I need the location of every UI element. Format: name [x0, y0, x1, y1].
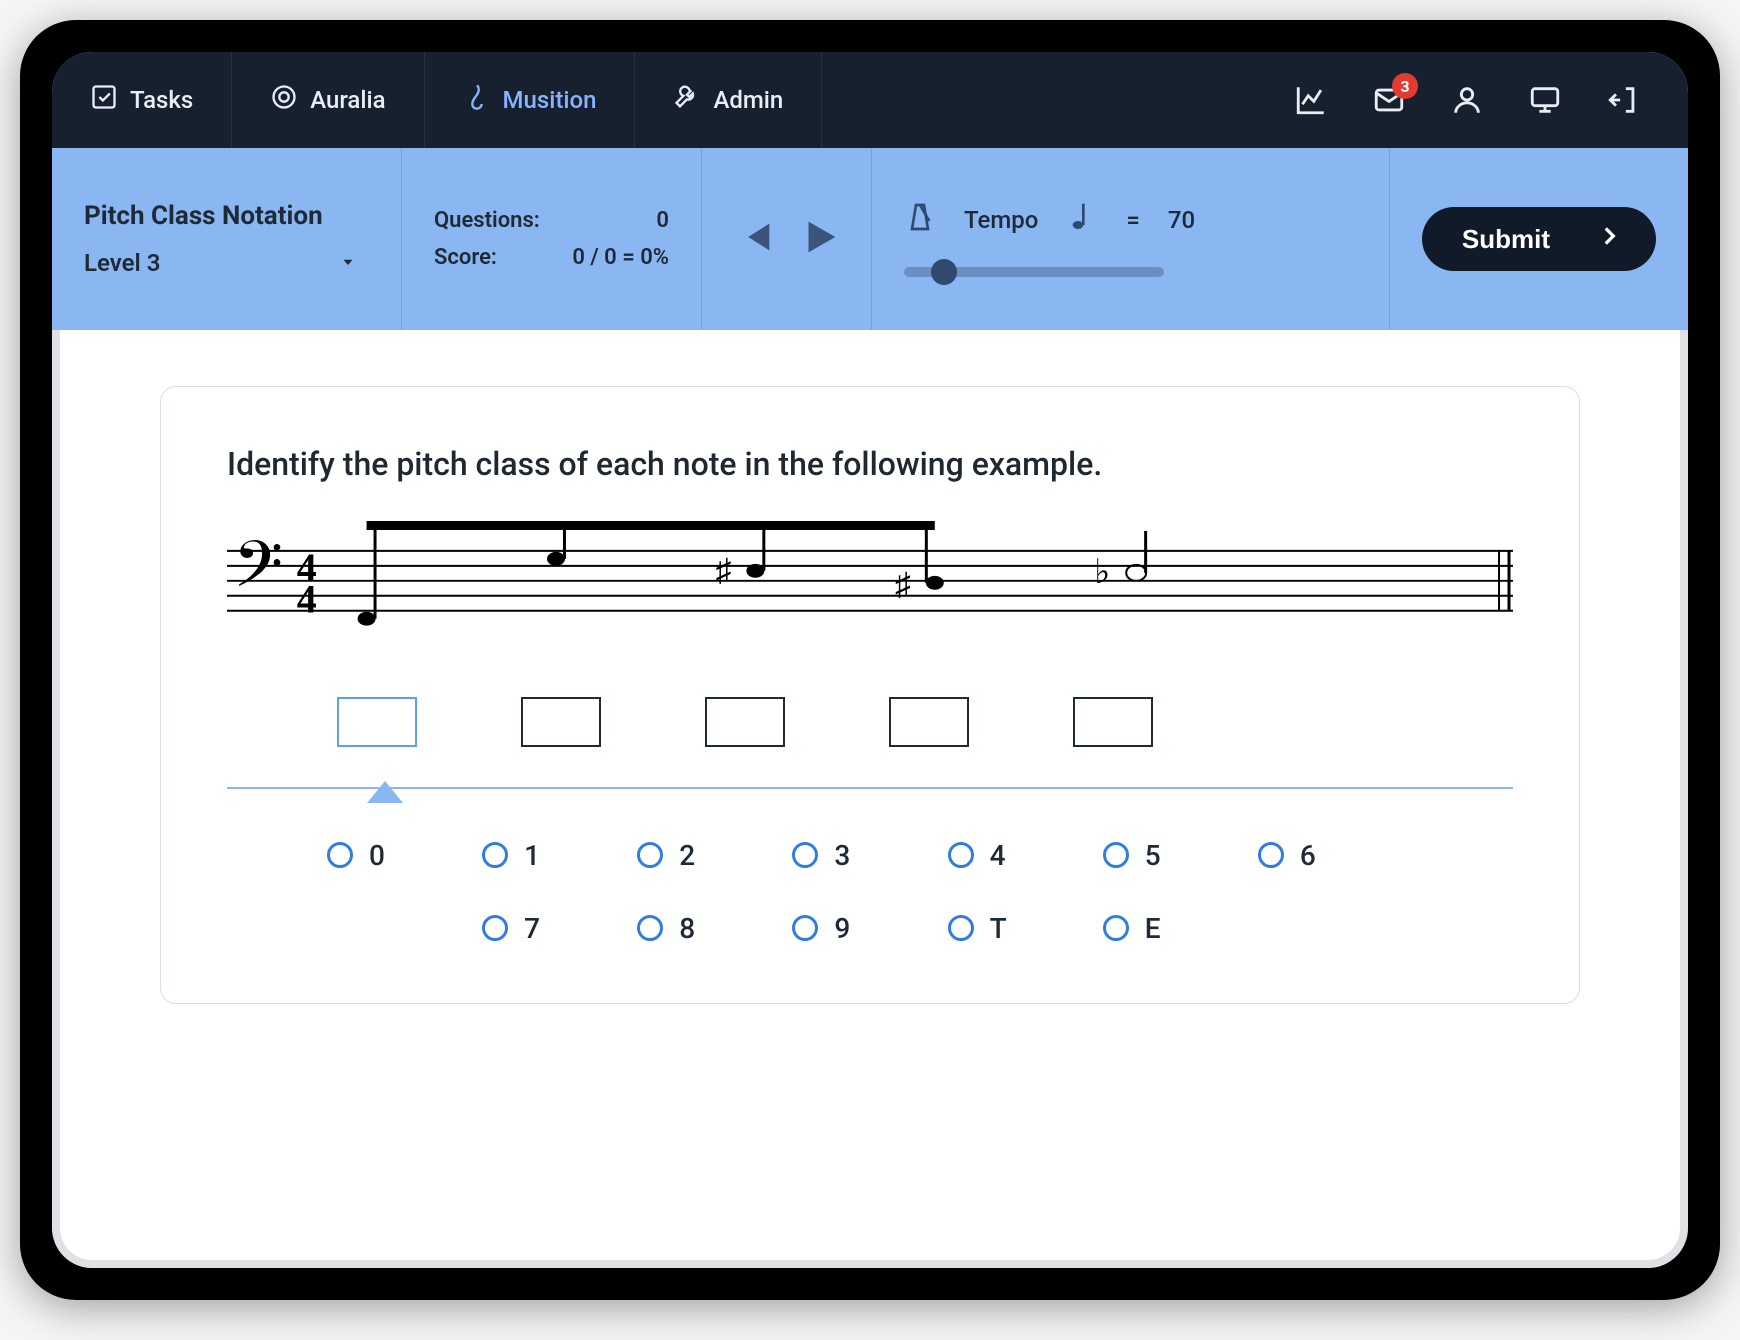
chevron-down-icon — [339, 249, 357, 277]
choice-label: 1 — [524, 839, 540, 872]
nav-tab-label: Auralia — [310, 86, 385, 114]
choice-label: E — [1145, 912, 1161, 945]
score-value: 0 / 0 = 0% — [572, 245, 669, 270]
answer-pointer-divider — [227, 787, 1513, 789]
score-label: Score: — [434, 245, 497, 270]
choice-label: 5 — [1145, 839, 1161, 872]
tempo-label: Tempo — [964, 206, 1038, 234]
radio-icon — [1258, 842, 1284, 868]
svg-text:♯: ♯ — [895, 567, 911, 602]
choice-1[interactable]: 1 — [482, 839, 637, 872]
treble-clef-icon — [463, 83, 491, 117]
radio-icon — [792, 842, 818, 868]
radio-icon — [948, 915, 974, 941]
nav-tab-tasks[interactable]: Tasks — [52, 52, 232, 148]
choice-label: 7 — [524, 912, 540, 945]
choice-label: 4 — [990, 839, 1006, 872]
radio-icon — [637, 915, 663, 941]
answer-slot-4[interactable] — [889, 697, 969, 747]
exercise-title: Pitch Class Notation — [84, 201, 369, 232]
wrench-icon — [673, 83, 701, 117]
nav-tab-admin[interactable]: Admin — [635, 52, 822, 148]
questions-value: 0 — [656, 208, 669, 233]
choice-9[interactable]: 9 — [792, 912, 947, 945]
staff-note-2 — [547, 529, 566, 566]
spiral-icon — [270, 83, 298, 117]
tempo-slider-thumb[interactable] — [931, 259, 957, 285]
skip-back-icon[interactable] — [731, 214, 777, 264]
choice-3[interactable]: 3 — [792, 839, 947, 872]
nav-tab-label: Admin — [713, 86, 783, 114]
choice-0[interactable]: 0 — [327, 839, 482, 872]
triangle-up-icon — [367, 781, 403, 803]
tempo-equals: = — [1126, 206, 1140, 234]
choice-label: 2 — [679, 839, 695, 872]
radio-icon — [482, 915, 508, 941]
radio-icon — [482, 842, 508, 868]
tempo-value: 70 — [1168, 206, 1195, 234]
choice-7[interactable]: 7 — [482, 912, 637, 945]
choice-label: 8 — [679, 912, 695, 945]
choice-label: 6 — [1300, 839, 1316, 872]
submit-button[interactable]: Submit — [1422, 207, 1656, 271]
user-icon[interactable] — [1450, 83, 1484, 117]
staff-note-5: ♭ — [1094, 531, 1147, 591]
metronome-icon — [904, 201, 936, 239]
logout-icon[interactable] — [1606, 83, 1640, 117]
question-card: Identify the pitch class of each note in… — [160, 386, 1580, 1004]
choice-4[interactable]: 4 — [948, 839, 1103, 872]
answer-slot-3[interactable] — [705, 697, 785, 747]
radio-icon — [1103, 915, 1129, 941]
tempo-slider[interactable] — [904, 267, 1164, 277]
choice-8[interactable]: 8 — [637, 912, 792, 945]
answer-slot-5[interactable] — [1073, 697, 1153, 747]
choice-label: 0 — [369, 839, 385, 872]
answer-slot-2[interactable] — [521, 697, 601, 747]
choice-e[interactable]: E — [1103, 912, 1258, 945]
play-icon[interactable] — [797, 214, 843, 264]
choice-6[interactable]: 6 — [1258, 839, 1413, 872]
answer-boxes — [227, 697, 1513, 747]
svg-text:𝄢: 𝄢 — [233, 530, 283, 616]
monitor-icon[interactable] — [1528, 83, 1562, 117]
svg-text:♭: ♭ — [1094, 554, 1110, 591]
music-staff: 𝄢 4 4 — [227, 521, 1513, 651]
choice-grid: 0 1 2 3 4 5 6 7 8 9 T E — [227, 839, 1513, 945]
choice-label: 9 — [834, 912, 850, 945]
mail-icon[interactable]: 3 — [1372, 83, 1406, 117]
chevron-right-icon — [1596, 223, 1622, 256]
nav-tab-label: Musition — [503, 86, 597, 114]
question-prompt: Identify the pitch class of each note in… — [227, 445, 1513, 483]
choice-t[interactable]: T — [948, 912, 1103, 945]
choice-5[interactable]: 5 — [1103, 839, 1258, 872]
top-nav: Tasks Auralia Musition Admin — [52, 52, 1688, 148]
edit-square-icon — [90, 83, 118, 117]
radio-icon — [792, 915, 818, 941]
choice-label: T — [990, 912, 1007, 945]
nav-tab-label: Tasks — [130, 86, 193, 114]
chart-icon[interactable] — [1294, 83, 1328, 117]
questions-label: Questions: — [434, 208, 540, 233]
radio-icon — [948, 842, 974, 868]
nav-icon-group: 3 — [1246, 52, 1688, 148]
staff-note-3: ♯ — [715, 529, 765, 588]
svg-text:♯: ♯ — [715, 553, 731, 588]
level-label: Level 3 — [84, 249, 160, 277]
submit-label: Submit — [1462, 224, 1550, 255]
nav-tab-musition[interactable]: Musition — [425, 52, 636, 148]
level-selector[interactable]: Level 3 — [84, 249, 369, 277]
info-bar: Pitch Class Notation Level 3 Questions: 0… — [52, 148, 1688, 330]
radio-icon — [637, 842, 663, 868]
svg-text:4: 4 — [297, 577, 317, 622]
radio-icon — [1103, 842, 1129, 868]
nav-tab-auralia[interactable]: Auralia — [232, 52, 424, 148]
radio-icon — [327, 842, 353, 868]
choice-2[interactable]: 2 — [637, 839, 792, 872]
quarter-note-icon — [1066, 201, 1098, 239]
choice-label: 3 — [834, 839, 850, 872]
notification-badge: 3 — [1392, 73, 1418, 99]
answer-slot-1[interactable] — [337, 697, 417, 747]
